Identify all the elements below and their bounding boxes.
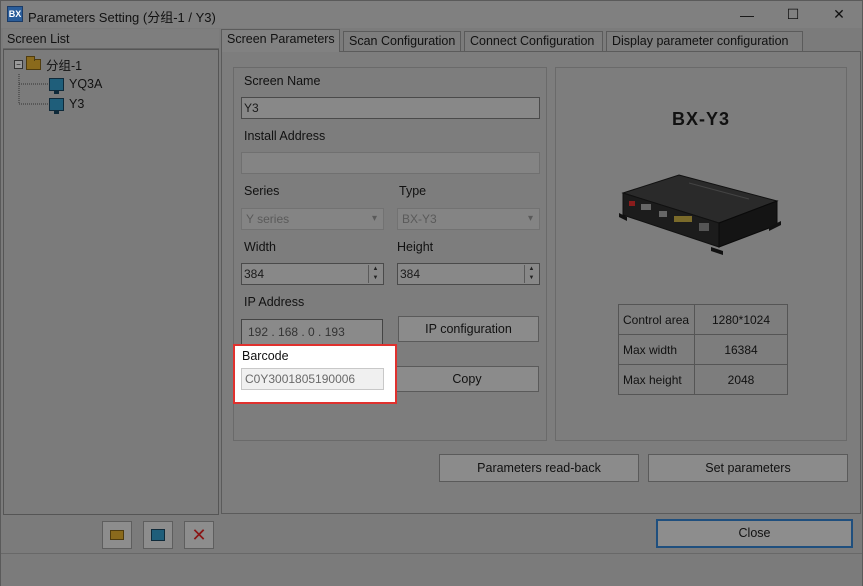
tab-screen-parameters[interactable]: Screen Parameters [221, 29, 340, 52]
screen-list-header: Screen List [3, 29, 219, 49]
chevron-down-icon: ▾ [527, 213, 533, 224]
add-group-button[interactable] [102, 521, 132, 549]
width-stepper[interactable]: ▲ ▼ [368, 265, 382, 283]
height-stepper[interactable]: ▲ ▼ [524, 265, 538, 283]
table-row: Max width 16384 [618, 334, 788, 365]
window-title: Parameters Setting (分组-1 / Y3) [28, 10, 216, 25]
tree-item-label: Y3 [69, 97, 85, 111]
screen-list-toolbar: ✕ [3, 515, 219, 553]
screen-list-panel: Screen List − 分组-1 YQ3A Y3 [3, 29, 219, 515]
folder-icon [110, 530, 124, 540]
tab-connect-configuration[interactable]: Connect Configuration [464, 31, 603, 52]
stepper-up-icon[interactable]: ▲ [525, 265, 538, 274]
type-select[interactable]: BX-Y3 ▾ [397, 208, 540, 230]
chevron-down-icon: ▾ [371, 213, 377, 224]
device-spec-table: Control area 1280*1024 Max width 16384 M… [618, 304, 788, 395]
minimize-button[interactable]: — [724, 1, 770, 28]
table-row: Max height 2048 [618, 364, 788, 395]
stepper-up-icon[interactable]: ▲ [369, 265, 382, 274]
tab-scan-configuration[interactable]: Scan Configuration [343, 31, 461, 52]
screen-name-label: Screen Name [244, 74, 321, 88]
stepper-down-icon[interactable]: ▼ [369, 274, 382, 283]
series-select-value: Y series [246, 212, 290, 226]
parameters-setting-window: BX Parameters Setting (分组-1 / Y3) — ☐ ✕ … [0, 0, 863, 586]
add-screen-button[interactable] [143, 521, 173, 549]
spec-key: Max width [618, 334, 695, 365]
tree-item-label: YQ3A [69, 77, 103, 91]
barcode-input[interactable]: C0Y3001805190006 [241, 368, 384, 390]
series-label: Series [244, 184, 280, 198]
screen-name-input[interactable]: Y3 [241, 97, 540, 119]
stepper-down-icon[interactable]: ▼ [525, 274, 538, 283]
spec-key: Control area [618, 304, 695, 335]
screen-tree[interactable]: − 分组-1 YQ3A Y3 [3, 49, 219, 515]
status-bar [1, 553, 862, 586]
tab-display-parameter-configuration[interactable]: Display parameter configuration [606, 31, 803, 52]
ip-configuration-button[interactable]: IP configuration [398, 316, 539, 342]
ip-address-label: IP Address [244, 295, 305, 309]
type-label: Type [399, 184, 427, 198]
install-address-input[interactable] [241, 152, 540, 174]
tree-lines [18, 74, 48, 105]
parameters-readback-button[interactable]: Parameters read-back [439, 454, 639, 482]
width-spinbox[interactable]: 384 ▲ ▼ [241, 263, 384, 285]
spec-value: 1280*1024 [694, 304, 788, 335]
controller-device-image [619, 174, 781, 255]
spec-value: 2048 [694, 364, 788, 395]
spec-key: Max height [618, 364, 695, 395]
delete-button[interactable]: ✕ [184, 521, 214, 549]
install-address-label: Install Address [244, 129, 326, 143]
title-bar: BX Parameters Setting (分组-1 / Y3) — ☐ ✕ [1, 1, 862, 28]
type-select-value: BX-Y3 [402, 212, 437, 226]
table-row: Control area 1280*1024 [618, 304, 788, 335]
close-button[interactable]: Close [656, 519, 853, 548]
width-label: Width [244, 240, 276, 254]
delete-icon: ✕ [191, 525, 207, 545]
monitor-icon [151, 529, 165, 541]
window-close-button[interactable]: ✕ [816, 1, 862, 28]
barcode-label: Barcode [242, 349, 289, 363]
app-logo-icon: BX [7, 6, 23, 22]
maximize-button[interactable]: ☐ [770, 1, 816, 28]
ip-address-input[interactable]: 192 . 168 . 0 . 193 [241, 319, 383, 345]
height-label: Height [397, 240, 434, 254]
height-spinbox[interactable]: 384 ▲ ▼ [397, 263, 540, 285]
series-select[interactable]: Y series ▾ [241, 208, 384, 230]
width-value: 384 [244, 267, 265, 281]
set-parameters-button[interactable]: Set parameters [648, 454, 848, 482]
device-model-title: BX-Y3 [671, 109, 730, 129]
height-value: 384 [400, 267, 421, 281]
spec-value: 16384 [694, 334, 788, 365]
copy-button[interactable]: Copy [395, 366, 539, 392]
